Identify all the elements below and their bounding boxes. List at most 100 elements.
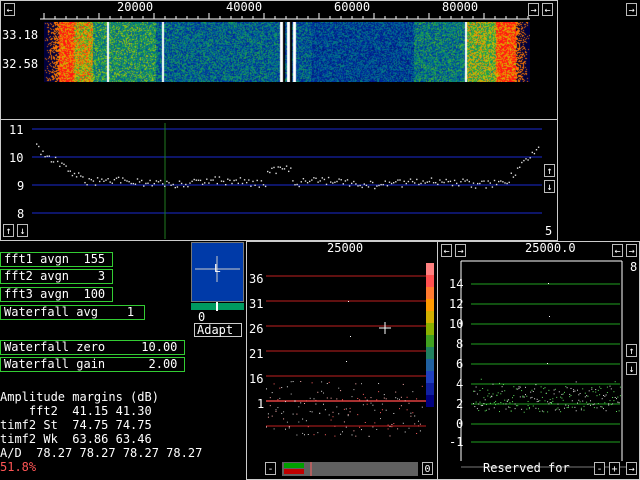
baseband-zoom-minus-button[interactable]: - bbox=[265, 462, 276, 475]
baseband-color-scale bbox=[426, 383, 434, 395]
baseband-point bbox=[355, 383, 357, 385]
waterfall-zero-field[interactable]: Waterfall zero 10.00 bbox=[0, 340, 185, 355]
spectrum-point bbox=[414, 182, 416, 184]
baseband-point bbox=[324, 409, 326, 411]
hires-point bbox=[495, 404, 497, 406]
waterfall-extra-right-button[interactable]: → bbox=[626, 3, 637, 16]
baseband-point bbox=[266, 388, 267, 390]
baseband-plot[interactable] bbox=[246, 241, 438, 480]
hires-point bbox=[577, 389, 578, 391]
hires-point bbox=[501, 386, 503, 388]
spectrum-point bbox=[206, 178, 208, 180]
baseband-point bbox=[330, 397, 332, 399]
hires-point bbox=[577, 402, 578, 404]
spectrum-point bbox=[325, 183, 328, 186]
hires-point bbox=[612, 397, 614, 399]
spectrum-point bbox=[294, 184, 296, 186]
spectrum-point bbox=[107, 178, 109, 180]
hires-down-button[interactable]: ↓ bbox=[626, 362, 637, 375]
fft3-avgn-field[interactable]: fft3 avgn 100 bbox=[0, 287, 113, 302]
hires-point bbox=[567, 405, 569, 407]
baseband-point bbox=[349, 407, 351, 409]
fft2-avgn-field[interactable]: fft2 avgn 3 bbox=[0, 269, 113, 284]
spectrum-point bbox=[353, 180, 355, 183]
spectrum-scale-up-button[interactable]: ↑ bbox=[544, 164, 555, 177]
baseband-point bbox=[315, 399, 317, 401]
spectrum-point bbox=[57, 160, 59, 163]
spectrum-point bbox=[269, 171, 271, 174]
spectrum-point bbox=[187, 185, 189, 188]
adapt-button[interactable]: Adapt bbox=[194, 323, 242, 337]
hires-point bbox=[531, 396, 533, 398]
spectrum-plot[interactable] bbox=[0, 119, 558, 241]
spectrum-point bbox=[46, 155, 48, 157]
spectrum-point bbox=[208, 182, 210, 184]
spectrum-point bbox=[279, 166, 281, 168]
spectrum-point bbox=[453, 179, 456, 182]
spectrum-point bbox=[439, 179, 441, 181]
spectrum-point bbox=[470, 186, 473, 188]
hires-plus-button[interactable]: + bbox=[609, 462, 620, 475]
spectrum-point bbox=[533, 152, 536, 155]
hires-point bbox=[590, 404, 591, 406]
hires-plot[interactable] bbox=[437, 241, 640, 480]
baseband-zoom-zero-button[interactable]: 0 bbox=[422, 462, 433, 475]
hires-point bbox=[613, 391, 615, 393]
fft1-avgn-field[interactable]: fft1 avgn 155 bbox=[0, 252, 113, 267]
hires-minus-button[interactable]: - bbox=[594, 462, 605, 475]
spectrum-point bbox=[445, 178, 447, 181]
baseband-point bbox=[416, 432, 418, 434]
amplitude-row: timf2 St 74.75 74.75 bbox=[0, 418, 152, 432]
hires-point bbox=[509, 407, 511, 409]
spectrum-point bbox=[521, 161, 523, 164]
baseband-point bbox=[366, 399, 368, 401]
baseband-point bbox=[305, 420, 307, 422]
spectrum-scale-down-button[interactable]: ↓ bbox=[544, 180, 555, 193]
hires-point bbox=[538, 408, 539, 410]
baseband-point bbox=[404, 400, 406, 402]
baseband-point bbox=[288, 427, 290, 429]
hires-point bbox=[506, 400, 508, 402]
waterfall-avg-field[interactable]: Waterfall avg 1 bbox=[0, 305, 145, 320]
spectrum-point bbox=[65, 165, 67, 167]
hires-point bbox=[619, 386, 621, 388]
spectrum-point bbox=[529, 157, 531, 159]
spectrum-point bbox=[472, 182, 475, 184]
baseband-point bbox=[313, 398, 315, 400]
hires-point bbox=[499, 411, 500, 413]
baseband-point bbox=[290, 393, 292, 395]
baseband-point bbox=[296, 434, 298, 436]
hires-up-button[interactable]: ↑ bbox=[626, 344, 637, 357]
baseband-point bbox=[336, 406, 338, 408]
hires-point bbox=[508, 406, 510, 408]
spectrum-down-button[interactable]: ↓ bbox=[17, 224, 28, 237]
hires-point bbox=[592, 391, 594, 393]
hires-point bbox=[569, 393, 571, 395]
hires-point bbox=[484, 410, 486, 412]
spectrum-up-button[interactable]: ↑ bbox=[3, 224, 14, 237]
spectrum-point bbox=[178, 180, 181, 182]
spectrum-point bbox=[311, 179, 313, 181]
spectrum-point bbox=[157, 181, 160, 183]
spectrum-point bbox=[151, 185, 153, 187]
hires-point bbox=[562, 393, 564, 395]
baseband-point bbox=[334, 425, 336, 427]
spectrum-point bbox=[512, 176, 515, 178]
hires-point bbox=[560, 396, 562, 398]
hires-right-end-button[interactable]: → bbox=[626, 462, 637, 475]
hires-point bbox=[487, 389, 489, 391]
spectrum-point bbox=[90, 178, 92, 181]
hires-point bbox=[486, 404, 487, 406]
spectrum-point bbox=[256, 179, 258, 182]
hires-point bbox=[544, 387, 546, 389]
hires-point bbox=[565, 386, 567, 388]
spectrum-point bbox=[355, 183, 357, 185]
waterfall-display[interactable] bbox=[44, 22, 530, 82]
waterfall-gain-field[interactable]: Waterfall gain 2.00 bbox=[0, 357, 185, 372]
hires-point bbox=[560, 411, 562, 413]
baseband-point bbox=[285, 428, 286, 430]
hires-point bbox=[609, 385, 611, 387]
baseband-point bbox=[340, 433, 342, 435]
spectrum-point bbox=[359, 184, 361, 187]
hires-point bbox=[539, 400, 541, 402]
